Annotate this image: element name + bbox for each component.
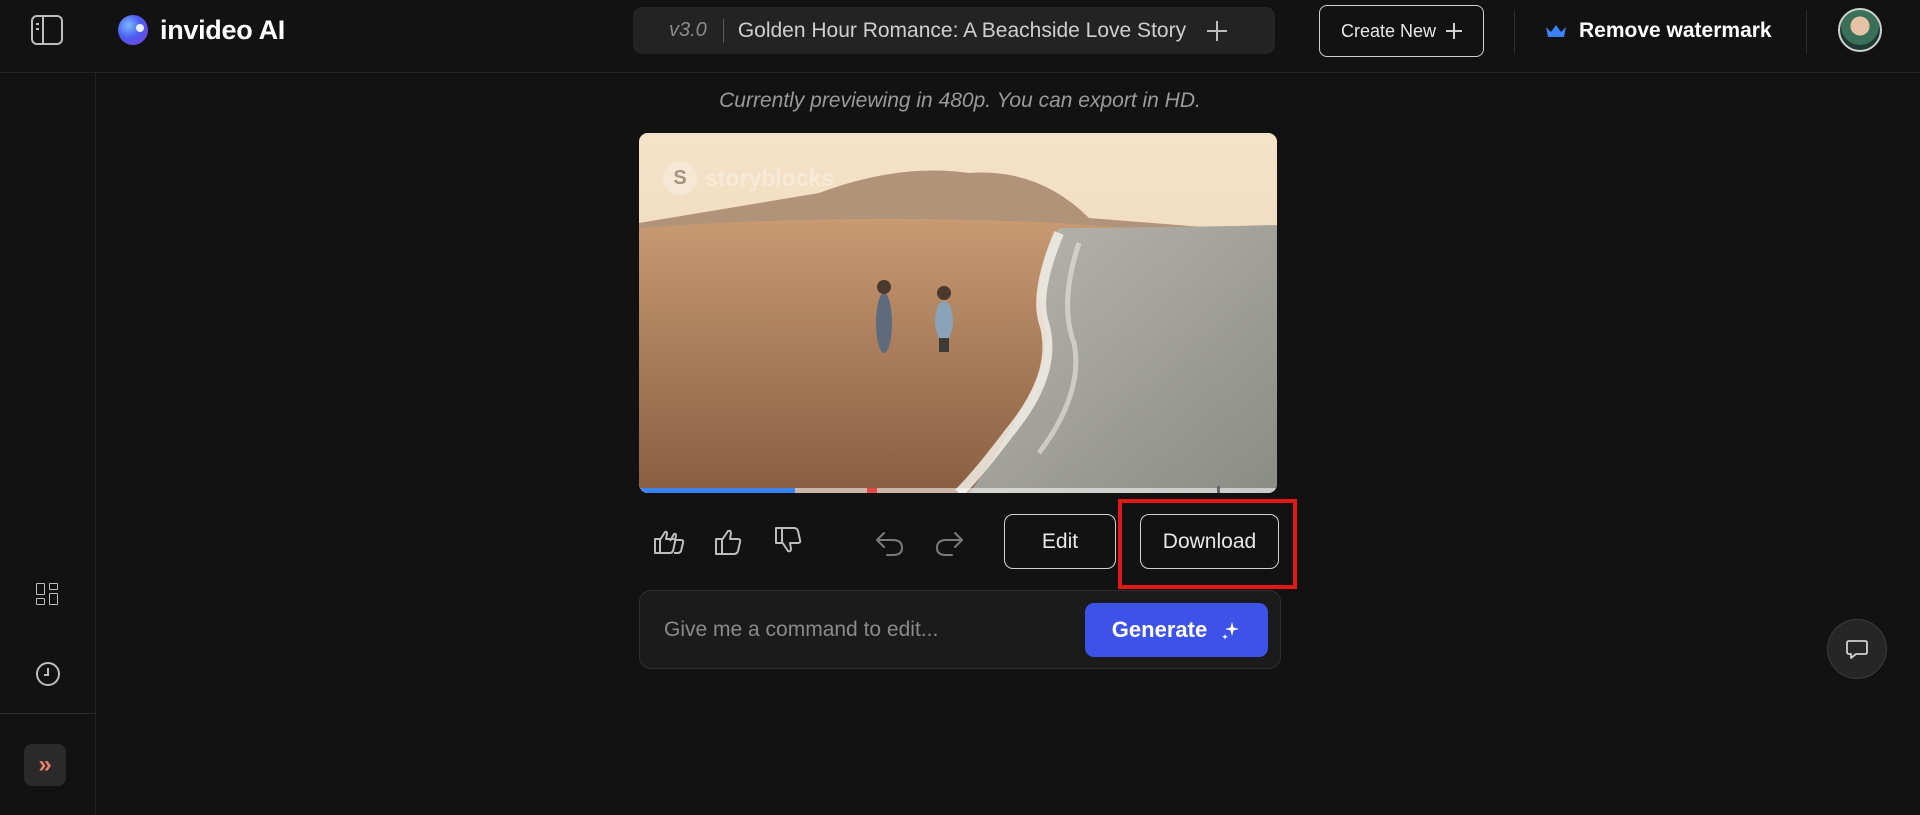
command-input[interactable] (664, 607, 1064, 653)
download-button[interactable]: Download (1140, 514, 1279, 569)
edit-button[interactable]: Edit (1004, 514, 1116, 569)
grid-icon[interactable] (36, 583, 60, 607)
left-sidebar: » (0, 73, 96, 815)
progress-marker (867, 488, 877, 493)
version-label: v3.0 (669, 19, 707, 41)
sparkle-icon (1222, 622, 1240, 640)
video-preview[interactable]: S storyblocks (639, 133, 1277, 493)
app-root: invideo AI v3.0 Golden Hour Romance: A B… (0, 0, 1920, 815)
preview-note: Currently previewing in 480p. You can ex… (719, 89, 1201, 112)
chat-support-button[interactable] (1827, 619, 1887, 679)
progress-tick (1217, 486, 1220, 493)
chat-bubble-icon (1846, 640, 1868, 659)
avatar[interactable] (1838, 8, 1882, 52)
storyblocks-watermark: S storyblocks (663, 161, 834, 195)
plus-icon[interactable] (1207, 21, 1227, 41)
watermark-text: storyblocks (705, 164, 835, 191)
project-title[interactable]: Golden Hour Romance: A Beachside Love St… (738, 19, 1188, 43)
clock-icon[interactable] (36, 662, 60, 686)
brand[interactable]: invideo AI (118, 14, 285, 46)
video-progress-fill (639, 488, 796, 493)
project-divider (722, 18, 724, 43)
create-new-button[interactable]: Create New (1319, 5, 1484, 57)
header-divider (1806, 10, 1807, 54)
top-header: invideo AI v3.0 Golden Hour Romance: A B… (0, 0, 1920, 73)
project-bar[interactable]: v3.0 Golden Hour Romance: A Beachside Lo… (633, 7, 1275, 54)
command-box: Generate (639, 590, 1281, 669)
sidebar-toggle-icon[interactable] (31, 15, 63, 45)
brand-name: invideo AI (160, 14, 286, 45)
double-thumbs-up-icon[interactable] (649, 521, 689, 561)
storyblocks-logo-icon: S (663, 161, 697, 195)
crown-icon (1546, 25, 1566, 37)
generate-label: Generate (1111, 617, 1208, 642)
create-new-label: Create New (1340, 20, 1437, 41)
remove-watermark-button[interactable]: Remove watermark (1545, 12, 1772, 50)
undo-icon[interactable] (870, 521, 910, 561)
invideo-logo-icon (118, 15, 148, 45)
generate-button[interactable]: Generate (1085, 603, 1268, 657)
thumbs-down-icon[interactable] (768, 521, 808, 561)
remove-watermark-label: Remove watermark (1579, 19, 1772, 42)
plus-icon (1446, 23, 1463, 39)
video-progress-bar[interactable] (639, 486, 1277, 493)
expand-sidebar-button[interactable]: » (24, 744, 66, 786)
thumbs-up-icon[interactable] (708, 521, 748, 561)
header-divider (1514, 10, 1515, 54)
redo-icon[interactable] (929, 521, 969, 561)
video-actions: Edit Download (639, 499, 1299, 589)
sidebar-divider (0, 713, 96, 714)
